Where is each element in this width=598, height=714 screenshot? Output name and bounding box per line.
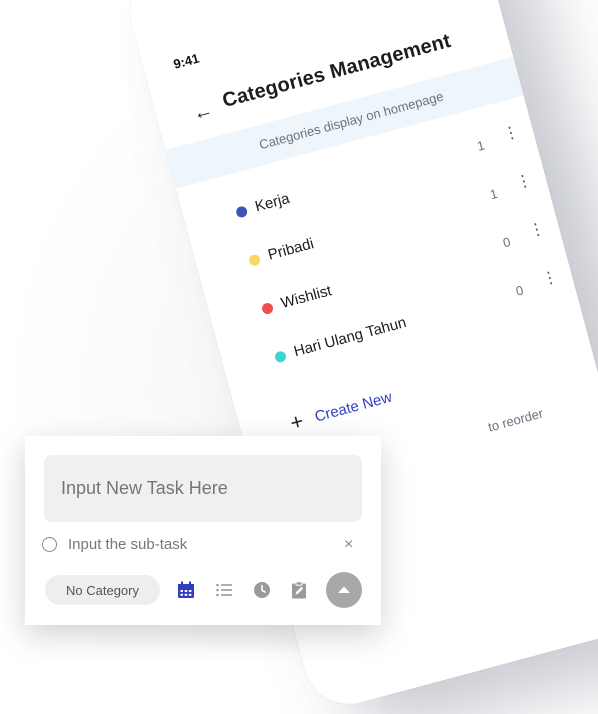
category-color-dot xyxy=(247,253,262,267)
subtask-input[interactable]: Input the sub-task xyxy=(68,536,187,553)
category-color-dot xyxy=(234,205,249,219)
send-up-icon xyxy=(338,586,350,593)
close-icon[interactable]: × xyxy=(344,536,353,554)
subtask-radio[interactable] xyxy=(42,537,57,552)
more-options-icon[interactable]: ⋮ xyxy=(514,172,534,193)
status-time: 9:41 xyxy=(171,50,201,72)
task-input[interactable] xyxy=(44,455,362,522)
plus-icon: + xyxy=(287,408,307,436)
category-count: 1 xyxy=(488,185,500,203)
category-count: 1 xyxy=(475,137,487,154)
task-toolbar: No Category xyxy=(45,572,365,609)
category-color-dot xyxy=(260,301,275,316)
clipboard-icon[interactable] xyxy=(290,581,308,599)
subtask-row: Input the sub-task × xyxy=(42,536,362,556)
category-name: Hari Ulang Tahun xyxy=(292,313,409,361)
add-task-sheet: Input the sub-task × No Category xyxy=(25,436,381,625)
category-name: Pribadi xyxy=(266,235,316,264)
category-count: 0 xyxy=(501,234,513,251)
create-new-button[interactable]: + Create New xyxy=(287,384,395,436)
calendar-icon[interactable] xyxy=(177,581,195,599)
create-new-label: Create New xyxy=(312,388,394,426)
more-options-icon[interactable]: ⋮ xyxy=(501,123,521,144)
more-options-icon[interactable]: ⋮ xyxy=(540,268,560,289)
more-options-icon[interactable]: ⋮ xyxy=(527,220,547,241)
category-color-dot xyxy=(273,350,288,364)
send-button[interactable] xyxy=(326,572,362,608)
reorder-hint: to reorder xyxy=(486,405,545,435)
category-select-button[interactable]: No Category xyxy=(45,575,160,605)
list-icon[interactable] xyxy=(215,581,233,599)
back-arrow-icon[interactable]: ← xyxy=(190,99,215,126)
category-name: Wishlist xyxy=(279,282,334,312)
category-name: Kerja xyxy=(253,189,292,216)
category-count: 0 xyxy=(514,282,526,299)
clock-icon[interactable] xyxy=(253,581,271,599)
